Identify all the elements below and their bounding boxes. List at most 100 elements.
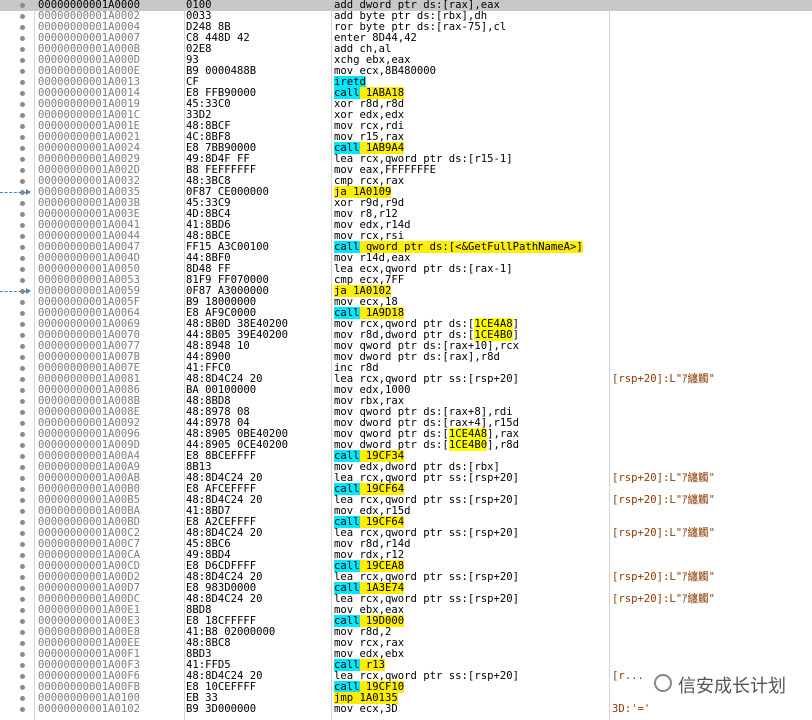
breakpoint-gutter[interactable] xyxy=(0,0,34,11)
breakpoint-gutter[interactable] xyxy=(0,286,34,297)
breakpoint-dot-icon[interactable] xyxy=(20,597,25,602)
breakpoint-dot-icon[interactable] xyxy=(20,212,25,217)
breakpoint-gutter[interactable] xyxy=(0,506,34,517)
breakpoint-gutter[interactable] xyxy=(0,187,34,198)
breakpoint-gutter[interactable] xyxy=(0,473,34,484)
breakpoint-dot-icon[interactable] xyxy=(20,586,25,591)
breakpoint-gutter[interactable] xyxy=(0,176,34,187)
breakpoint-gutter[interactable] xyxy=(0,605,34,616)
breakpoint-dot-icon[interactable] xyxy=(20,256,25,261)
breakpoint-dot-icon[interactable] xyxy=(20,69,25,74)
breakpoint-dot-icon[interactable] xyxy=(20,25,25,30)
breakpoint-dot-icon[interactable] xyxy=(20,234,25,239)
breakpoint-gutter[interactable] xyxy=(0,341,34,352)
breakpoint-dot-icon[interactable] xyxy=(20,641,25,646)
breakpoint-gutter[interactable] xyxy=(0,330,34,341)
breakpoint-gutter[interactable] xyxy=(0,319,34,330)
breakpoint-dot-icon[interactable] xyxy=(20,58,25,63)
breakpoint-gutter[interactable] xyxy=(0,88,34,99)
breakpoint-dot-icon[interactable] xyxy=(20,135,25,140)
breakpoint-dot-icon[interactable] xyxy=(20,3,25,8)
breakpoint-dot-icon[interactable] xyxy=(20,619,25,624)
breakpoint-gutter[interactable] xyxy=(0,594,34,605)
breakpoint-dot-icon[interactable] xyxy=(20,432,25,437)
breakpoint-gutter[interactable] xyxy=(0,561,34,572)
breakpoint-gutter[interactable] xyxy=(0,396,34,407)
breakpoint-dot-icon[interactable] xyxy=(20,146,25,151)
breakpoint-gutter[interactable] xyxy=(0,528,34,539)
breakpoint-gutter[interactable] xyxy=(0,583,34,594)
breakpoint-dot-icon[interactable] xyxy=(20,399,25,404)
breakpoint-gutter[interactable] xyxy=(0,165,34,176)
breakpoint-gutter[interactable] xyxy=(0,451,34,462)
breakpoint-gutter[interactable] xyxy=(0,660,34,671)
breakpoint-dot-icon[interactable] xyxy=(20,333,25,338)
breakpoint-dot-icon[interactable] xyxy=(20,520,25,525)
breakpoint-dot-icon[interactable] xyxy=(20,157,25,162)
breakpoint-gutter[interactable] xyxy=(0,671,34,682)
breakpoint-dot-icon[interactable] xyxy=(20,443,25,448)
breakpoint-gutter[interactable] xyxy=(0,429,34,440)
breakpoint-dot-icon[interactable] xyxy=(20,80,25,85)
breakpoint-dot-icon[interactable] xyxy=(20,344,25,349)
breakpoint-gutter[interactable] xyxy=(0,550,34,561)
breakpoint-dot-icon[interactable] xyxy=(20,179,25,184)
breakpoint-dot-icon[interactable] xyxy=(20,289,25,294)
breakpoint-gutter[interactable] xyxy=(0,649,34,660)
breakpoint-dot-icon[interactable] xyxy=(20,322,25,327)
breakpoint-dot-icon[interactable] xyxy=(20,575,25,580)
breakpoint-dot-icon[interactable] xyxy=(20,300,25,305)
breakpoint-dot-icon[interactable] xyxy=(20,410,25,415)
breakpoint-gutter[interactable] xyxy=(0,209,34,220)
breakpoint-dot-icon[interactable] xyxy=(20,421,25,426)
breakpoint-gutter[interactable] xyxy=(0,33,34,44)
breakpoint-gutter[interactable] xyxy=(0,407,34,418)
breakpoint-dot-icon[interactable] xyxy=(20,14,25,19)
breakpoint-dot-icon[interactable] xyxy=(20,542,25,547)
breakpoint-gutter[interactable] xyxy=(0,231,34,242)
breakpoint-dot-icon[interactable] xyxy=(20,355,25,360)
breakpoint-dot-icon[interactable] xyxy=(20,608,25,613)
breakpoint-dot-icon[interactable] xyxy=(20,36,25,41)
breakpoint-gutter[interactable] xyxy=(0,99,34,110)
breakpoint-gutter[interactable] xyxy=(0,539,34,550)
breakpoint-dot-icon[interactable] xyxy=(20,652,25,657)
breakpoint-dot-icon[interactable] xyxy=(20,201,25,206)
breakpoint-dot-icon[interactable] xyxy=(20,278,25,283)
breakpoint-gutter[interactable] xyxy=(0,385,34,396)
breakpoint-dot-icon[interactable] xyxy=(20,707,25,712)
breakpoint-dot-icon[interactable] xyxy=(20,674,25,679)
breakpoint-gutter[interactable] xyxy=(0,121,34,132)
breakpoint-gutter[interactable] xyxy=(0,572,34,583)
breakpoint-dot-icon[interactable] xyxy=(20,113,25,118)
breakpoint-dot-icon[interactable] xyxy=(20,696,25,701)
breakpoint-dot-icon[interactable] xyxy=(20,388,25,393)
breakpoint-gutter[interactable] xyxy=(0,198,34,209)
breakpoint-dot-icon[interactable] xyxy=(20,498,25,503)
breakpoint-gutter[interactable] xyxy=(0,66,34,77)
breakpoint-dot-icon[interactable] xyxy=(20,630,25,635)
breakpoint-gutter[interactable] xyxy=(0,352,34,363)
breakpoint-gutter[interactable] xyxy=(0,132,34,143)
breakpoint-dot-icon[interactable] xyxy=(20,91,25,96)
breakpoint-dot-icon[interactable] xyxy=(20,509,25,514)
breakpoint-dot-icon[interactable] xyxy=(20,465,25,470)
breakpoint-gutter[interactable] xyxy=(0,297,34,308)
breakpoint-gutter[interactable] xyxy=(0,418,34,429)
breakpoint-dot-icon[interactable] xyxy=(20,685,25,690)
breakpoint-gutter[interactable] xyxy=(0,627,34,638)
breakpoint-dot-icon[interactable] xyxy=(20,487,25,492)
breakpoint-gutter[interactable] xyxy=(0,484,34,495)
breakpoint-dot-icon[interactable] xyxy=(20,267,25,272)
breakpoint-gutter[interactable] xyxy=(0,308,34,319)
breakpoint-gutter[interactable] xyxy=(0,517,34,528)
breakpoint-gutter[interactable] xyxy=(0,110,34,121)
disassembly-view[interactable]: 00000000001A0000 0100 add dword ptr ds:[ra… xyxy=(0,0,812,720)
breakpoint-gutter[interactable] xyxy=(0,638,34,649)
breakpoint-gutter[interactable] xyxy=(0,440,34,451)
breakpoint-gutter[interactable] xyxy=(0,275,34,286)
disasm-row[interactable]: 00000000001A0102 B9 3D000000 mov ecx,3D 3D:… xyxy=(0,704,812,715)
breakpoint-dot-icon[interactable] xyxy=(20,190,25,195)
breakpoint-dot-icon[interactable] xyxy=(20,454,25,459)
breakpoint-dot-icon[interactable] xyxy=(20,223,25,228)
